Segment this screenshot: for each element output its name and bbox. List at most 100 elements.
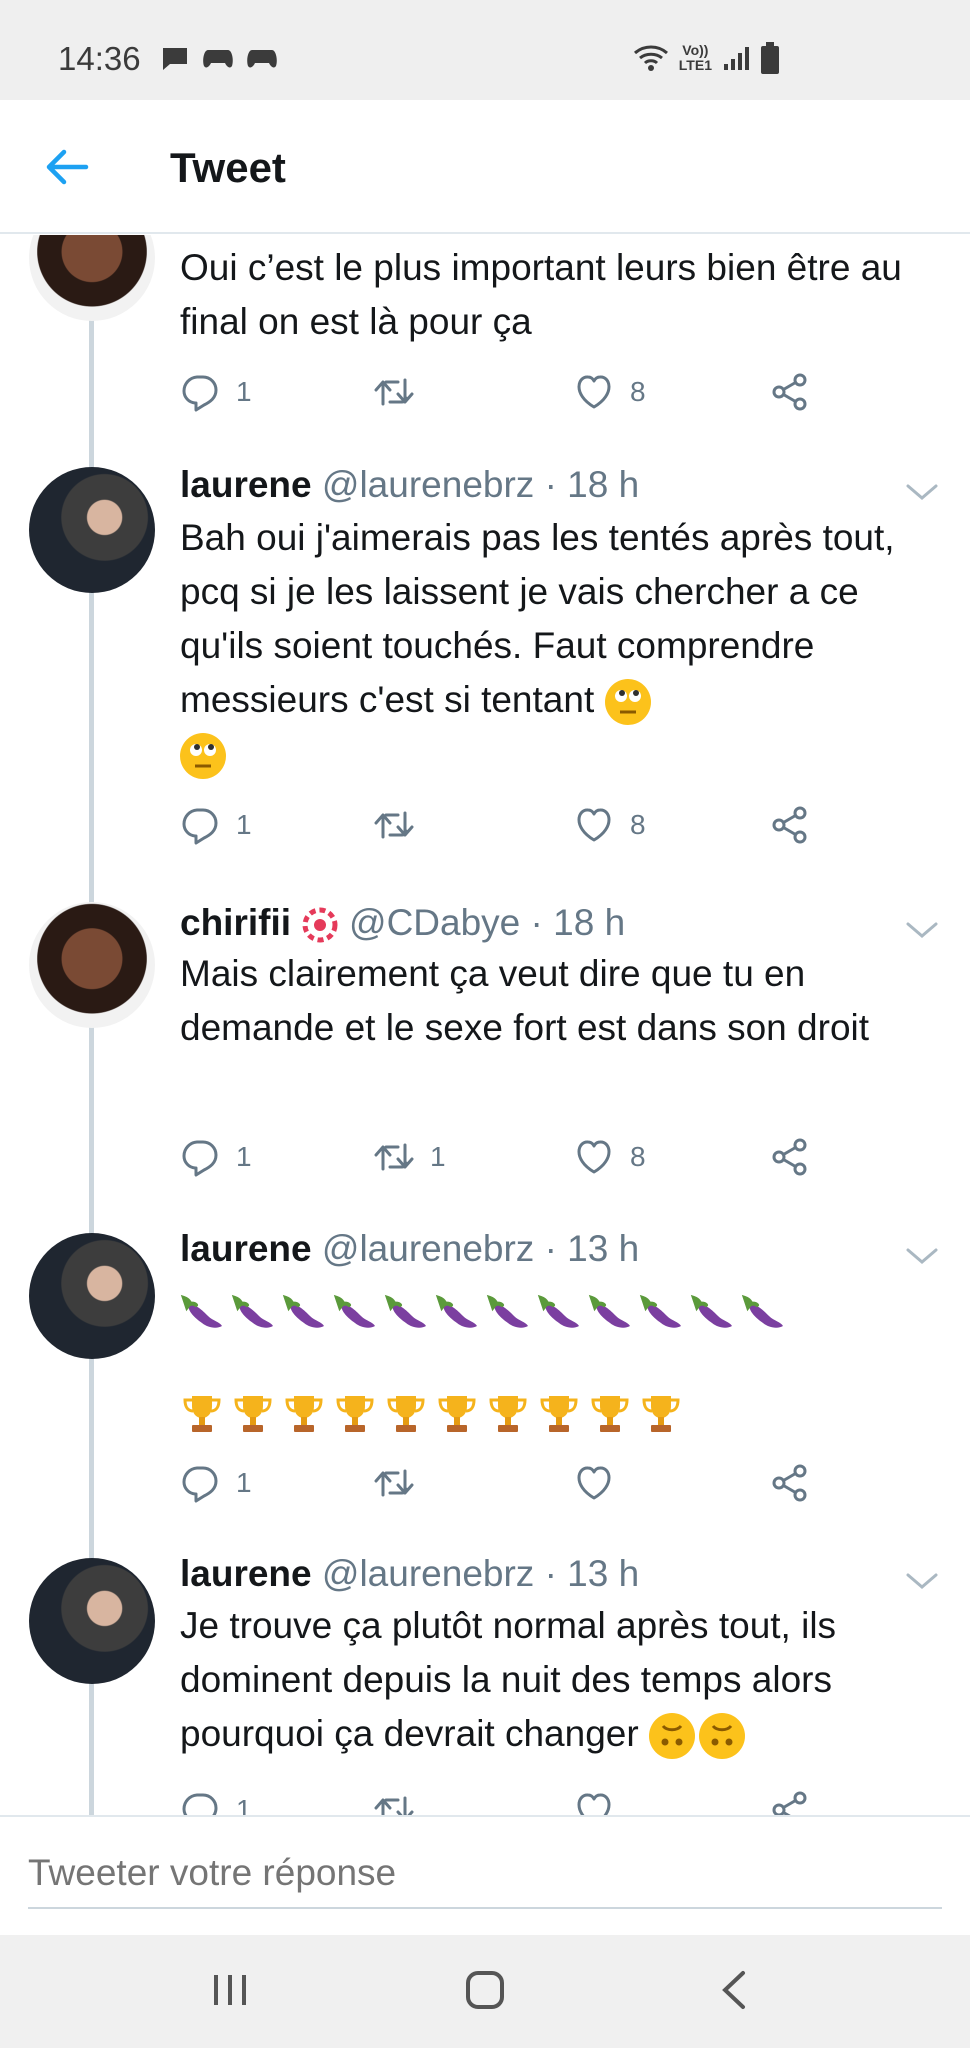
- trophy-icon: [333, 1392, 377, 1436]
- avatar[interactable]: [29, 1233, 155, 1359]
- back-nav-icon[interactable]: [705, 1965, 765, 2015]
- handle[interactable]: @laurenebrz: [322, 464, 534, 505]
- share-icon: [770, 1790, 810, 1815]
- like-button[interactable]: 8: [574, 372, 646, 412]
- trophy-icon: [282, 1392, 326, 1436]
- reply-count: 1: [236, 376, 252, 407]
- like-button[interactable]: [574, 1463, 614, 1503]
- heart-icon: [574, 1463, 614, 1503]
- trophy-icon: [231, 1392, 275, 1436]
- retweet-icon: [374, 1137, 414, 1177]
- like-count: 8: [630, 376, 646, 407]
- trophy-icon: [486, 1392, 530, 1436]
- tweet-text: Bah oui j'aimerais pas les tentés après …: [180, 511, 940, 781]
- avatar[interactable]: [29, 467, 155, 593]
- trophy-icon: [537, 1392, 581, 1436]
- eggplant-icon: [180, 1294, 224, 1330]
- share-button[interactable]: [770, 1137, 810, 1177]
- timestamp: · 13 h: [544, 1228, 640, 1269]
- face-with-rolling-eyes-icon: [180, 733, 226, 780]
- chevron-down-icon[interactable]: [904, 918, 940, 942]
- retweet-button[interactable]: [374, 805, 414, 845]
- retweet-icon: [374, 1463, 414, 1503]
- reply-icon: [180, 1463, 220, 1503]
- reply-button[interactable]: 1: [180, 1463, 252, 1503]
- reply-button[interactable]: 1: [180, 1790, 252, 1815]
- timestamp: · 13 h: [544, 1553, 640, 1594]
- share-icon: [770, 805, 810, 845]
- avatar[interactable]: [29, 1558, 155, 1684]
- trophy-icon: [639, 1392, 683, 1436]
- chevron-down-icon[interactable]: [904, 1569, 940, 1593]
- reply-input[interactable]: [28, 1839, 942, 1909]
- heart-icon: [574, 1137, 614, 1177]
- like-button[interactable]: 8: [574, 805, 646, 845]
- tweet-actions: 1 8: [180, 805, 840, 849]
- like-button[interactable]: 8: [574, 1137, 646, 1177]
- trophy-emoji-row: [180, 1385, 940, 1435]
- reply-icon: [180, 372, 220, 412]
- flower-emoji-icon: [302, 907, 338, 943]
- display-name[interactable]: laurene: [180, 464, 312, 505]
- retweet-button[interactable]: 1: [374, 1137, 446, 1177]
- tweet-thread[interactable]: Oui c’est le plus important leurs bien ê…: [0, 235, 970, 1815]
- trophy-icon: [180, 1392, 224, 1436]
- share-button[interactable]: [770, 372, 810, 412]
- network-type: Vo)) LTE1: [679, 43, 712, 73]
- reply-button[interactable]: 1: [180, 372, 252, 412]
- app-header: Tweet: [0, 100, 970, 234]
- share-button[interactable]: [770, 1790, 810, 1815]
- reply-button[interactable]: 1: [180, 1137, 252, 1177]
- tweet-header: chirifii @CDabye · 18 h: [180, 902, 625, 948]
- heart-icon: [574, 805, 614, 845]
- eggplant-icon: [588, 1294, 632, 1330]
- like-button[interactable]: [574, 1790, 614, 1815]
- share-button[interactable]: [770, 1463, 810, 1503]
- share-button[interactable]: [770, 805, 810, 845]
- reply-icon: [180, 1137, 220, 1177]
- display-name[interactable]: laurene: [180, 1553, 312, 1594]
- like-count: 8: [630, 1141, 646, 1172]
- handle[interactable]: @laurenebrz: [322, 1553, 534, 1594]
- game-controller-icon: [203, 50, 233, 68]
- retweet-button[interactable]: [374, 1463, 414, 1503]
- retweet-count: 1: [430, 1141, 446, 1172]
- reply-count: 1: [236, 1467, 252, 1498]
- status-bar: 14:36 Vo)) LTE1: [0, 0, 970, 100]
- reply-composer: [0, 1815, 970, 1935]
- eggplant-icon: [333, 1294, 377, 1330]
- tweet-header: laurene @laurenebrz · 13 h: [180, 1553, 639, 1595]
- retweet-icon: [374, 805, 414, 845]
- game-controller-icon: [247, 50, 277, 68]
- tweet-actions: 1 8: [180, 372, 840, 416]
- home-icon[interactable]: [455, 1965, 515, 2015]
- share-icon: [770, 372, 810, 412]
- retweet-button[interactable]: [374, 1790, 414, 1815]
- display-name[interactable]: laurene: [180, 1228, 312, 1269]
- tweet-actions: 1: [180, 1790, 840, 1815]
- chevron-down-icon[interactable]: [904, 1244, 940, 1268]
- tweet-header: laurene @laurenebrz · 13 h: [180, 1228, 639, 1270]
- avatar[interactable]: [29, 902, 155, 1028]
- reply-button[interactable]: 1: [180, 805, 252, 845]
- tweet-text-content: Bah oui j'aimerais pas les tentés après …: [180, 517, 895, 720]
- retweet-button[interactable]: [374, 372, 414, 412]
- wifi-icon: [633, 45, 668, 71]
- lte-label: LTE1: [678, 57, 712, 73]
- reply-count: 1: [236, 809, 252, 840]
- chevron-down-icon[interactable]: [904, 480, 940, 504]
- tweet-text: Je trouve ça plutôt normal après tout, i…: [180, 1599, 940, 1761]
- arrow-left-icon[interactable]: [42, 142, 92, 192]
- recent-apps-icon[interactable]: [200, 1965, 260, 2015]
- tweet-actions: 1: [180, 1463, 840, 1507]
- tweet-actions: 1 1 8: [180, 1137, 840, 1181]
- system-icons: Vo)) LTE1: [633, 42, 780, 74]
- handle[interactable]: @laurenebrz: [322, 1228, 534, 1269]
- system-navigation-bar: [0, 1935, 970, 2048]
- reply-icon: [180, 1790, 220, 1815]
- reply-icon: [180, 805, 220, 845]
- avatar[interactable]: [29, 235, 155, 321]
- handle[interactable]: @CDabye: [349, 902, 520, 943]
- page-title: Tweet: [170, 144, 286, 191]
- display-name[interactable]: chirifii: [180, 902, 291, 943]
